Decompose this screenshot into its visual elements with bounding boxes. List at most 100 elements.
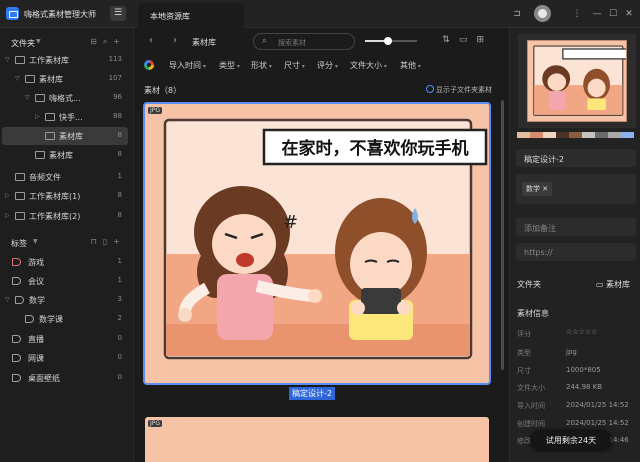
preview-thumbnail[interactable] <box>527 40 627 122</box>
folder-value[interactable]: ▭ 素材库 <box>596 279 630 290</box>
tag-item-game[interactable]: 游戏 1 <box>2 253 128 271</box>
tag-item-math-class[interactable]: 数学课 2 <box>2 310 128 328</box>
filter-other[interactable]: 其他 <box>400 60 421 71</box>
app-window: 嗨格式素材管理大师 ☰ 本地资源库 ⊐ ⋮ — ☐ ✕ 文件夹 ▼ ⊟⌕+ ▽ … <box>0 0 640 462</box>
color-swatch[interactable] <box>543 132 556 138</box>
folder-item-work[interactable]: ▽ 工作素材库 113 <box>2 51 128 69</box>
grid-icon[interactable]: ⊞ <box>476 35 493 45</box>
folder-item-library[interactable]: ▽ 素材库 107 <box>2 70 128 88</box>
scrollbar[interactable] <box>501 100 504 370</box>
back-button[interactable]: ‹ <box>149 35 153 46</box>
chevron-down-icon[interactable]: ▽ <box>15 75 20 82</box>
preview-icon[interactable]: ▭ <box>459 35 477 45</box>
tag-chip[interactable]: 数学 ✕ <box>522 182 553 196</box>
color-swatch[interactable] <box>621 132 634 138</box>
note-field[interactable]: 添加备注 <box>516 218 636 236</box>
zoom-slider-handle[interactable] <box>384 37 393 45</box>
chevron-down-icon[interactable]: ▼ <box>33 238 38 245</box>
folder-icon <box>15 173 25 181</box>
menu-button[interactable]: ☰ <box>110 6 126 21</box>
section-title: 素材（8） <box>144 86 182 95</box>
folder-count: 8 <box>117 211 122 219</box>
color-swatch[interactable] <box>582 132 595 138</box>
filter-type[interactable]: 类型 <box>219 60 240 71</box>
breadcrumb[interactable]: 素材库 <box>192 37 216 48</box>
tag-item-online-class[interactable]: 网课 0 <box>2 349 128 367</box>
filter-rating[interactable]: 评分 <box>317 60 338 71</box>
tag-icon <box>25 315 34 323</box>
chevron-right-icon[interactable]: ▷ <box>35 113 40 120</box>
rating-stars[interactable]: ☆☆☆☆☆ <box>566 328 597 336</box>
color-swatch[interactable] <box>517 132 530 138</box>
add-icon[interactable]: + <box>113 237 126 246</box>
minimize-button[interactable]: — <box>590 7 604 21</box>
trial-badge[interactable]: 试用剩余24天 <box>531 431 611 450</box>
folder-count: 113 <box>108 55 122 63</box>
filter-file-size[interactable]: 文件大小 <box>350 60 387 71</box>
comic-illustration: 在家时，不喜欢你玩手机 # <box>163 118 488 360</box>
tab-local-library[interactable]: 本地资源库 <box>138 3 244 28</box>
filter-import-time[interactable]: 导入时间 <box>169 60 206 71</box>
color-swatch[interactable] <box>530 132 543 138</box>
more-icon[interactable]: ⋮ <box>570 7 584 21</box>
color-swatch[interactable] <box>569 132 582 138</box>
subfolder-toggle-label: 显示子文件夹素材 <box>436 86 492 94</box>
color-swatch[interactable] <box>556 132 569 138</box>
color-swatch[interactable] <box>608 132 621 138</box>
tag-item-wallpaper[interactable]: 桌面壁纸 0 <box>2 369 128 387</box>
folder-item-higeshi[interactable]: ▽ 嗨格式... 96 <box>2 89 128 107</box>
filter-bar: 导入时间 类型 形状 尺寸 评分 文件大小 其他 <box>135 57 509 73</box>
subfolder-toggle[interactable]: 显示子文件夹素材 <box>426 85 492 95</box>
folder-label: 素材库 <box>49 151 73 160</box>
search-input[interactable]: ⌕ 搜索素材 <box>253 33 355 50</box>
color-filter-icon[interactable] <box>144 60 154 70</box>
chevron-right-icon[interactable]: ▷ <box>5 192 10 199</box>
tag-count: 1 <box>117 257 122 265</box>
chevron-down-icon[interactable]: ▽ <box>5 56 10 63</box>
tag-item-math[interactable]: ▽ 数学 3 <box>2 291 128 309</box>
folder-item-work-2[interactable]: ▷ 工作素材库(2) 8 <box>2 207 128 225</box>
bookmark-icon[interactable]: ⊓ <box>91 237 103 246</box>
search-icon: ⌕ <box>262 36 268 46</box>
chevron-down-icon[interactable]: ▼ <box>36 38 41 45</box>
tag-item-meeting[interactable]: 会议 1 <box>2 272 128 290</box>
tag-label: 桌面壁纸 <box>28 374 60 383</box>
chevron-right-icon[interactable]: ▷ <box>5 212 10 219</box>
url-field[interactable]: https:// <box>516 243 636 261</box>
asset-card[interactable]: JPG 在家时，不喜欢你玩手机 # <box>143 102 491 385</box>
folder-item-kuaishou[interactable]: ▷ 快手... 88 <box>2 108 128 126</box>
speech-text: 在家时，不喜欢你玩手机 <box>282 138 469 159</box>
zoom-slider[interactable] <box>365 37 417 45</box>
tag-actions: ⊓▯+ <box>91 237 126 246</box>
sort-icon[interactable]: ⇅ <box>442 35 459 45</box>
tag-count: 0 <box>117 334 122 342</box>
folder-item-library-2[interactable]: 素材库 8 <box>2 146 128 164</box>
filter-size[interactable]: 尺寸 <box>284 60 305 71</box>
filter-shape[interactable]: 形状 <box>251 60 272 71</box>
meta-key: 类型 <box>517 349 531 357</box>
tag-item-live[interactable]: 直播 0 <box>2 330 128 348</box>
close-button[interactable]: ✕ <box>622 7 636 21</box>
tag-icon <box>12 354 21 362</box>
chevron-down-icon[interactable]: ▽ <box>5 296 10 303</box>
add-icon[interactable]: + <box>113 37 126 46</box>
color-swatch[interactable] <box>595 132 608 138</box>
folder-count: 1 <box>117 172 122 180</box>
search-icon[interactable]: ⌕ <box>103 37 113 46</box>
forward-button[interactable]: › <box>173 35 177 46</box>
trash-icon[interactable]: ▯ <box>103 237 113 246</box>
folder-item-audio[interactable]: 音频文件 1 <box>2 168 128 186</box>
avatar[interactable] <box>534 5 551 22</box>
folder-label: 素材库 <box>39 75 63 84</box>
folder-icon <box>15 212 25 220</box>
folder-item-work-1[interactable]: ▷ 工作素材库(1) 8 <box>2 187 128 205</box>
asset-card-2[interactable]: JPG <box>145 417 489 462</box>
folder-item-selected[interactable]: 素材库 8 <box>2 127 128 145</box>
name-field[interactable]: 稿定设计-2 <box>516 149 636 167</box>
sidebar-toggle-icon[interactable]: ⊐ <box>510 7 524 21</box>
asset-name-label[interactable]: 稿定设计-2 <box>289 387 335 400</box>
collapse-icon[interactable]: ⊟ <box>90 37 103 46</box>
chevron-down-icon[interactable]: ▽ <box>25 94 30 101</box>
maximize-button[interactable]: ☐ <box>606 7 620 21</box>
close-icon[interactable]: ✕ <box>542 185 548 193</box>
